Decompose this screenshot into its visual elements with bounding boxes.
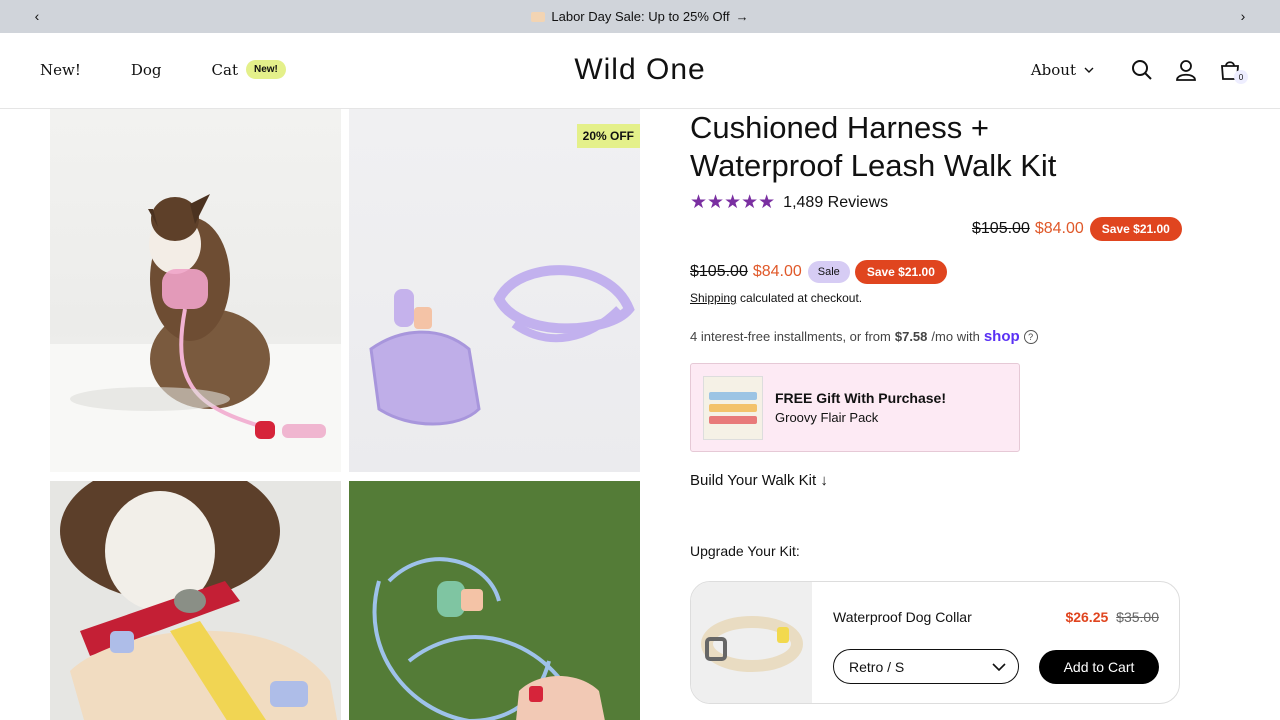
upgrade-heading: Upgrade Your Kit: bbox=[690, 543, 800, 559]
save-badge: Save $21.00 bbox=[1089, 217, 1182, 241]
chevron-down-icon bbox=[992, 662, 1006, 671]
about-menu[interactable]: About bbox=[1031, 61, 1094, 79]
installments-text: 4 interest-free installments, or from bbox=[690, 329, 891, 344]
gallery-image-dog-harness[interactable] bbox=[50, 109, 341, 472]
shipping-note-text: calculated at checkout. bbox=[736, 291, 863, 305]
build-kit-link[interactable]: Build Your Walk Kit ↓ bbox=[690, 472, 828, 489]
price-summary: $105.00 $84.00 Sale Save $21.00 bbox=[690, 260, 947, 284]
header-actions: About 0 bbox=[1031, 56, 1248, 84]
gift-subtitle: Groovy Flair Pack bbox=[775, 410, 879, 425]
grass-kit-illustration bbox=[349, 481, 640, 720]
announcement-text: Labor Day Sale: Up to 25% Off bbox=[551, 9, 730, 24]
user-icon bbox=[1176, 60, 1196, 81]
product-title-line-1: Cushioned Harness + bbox=[690, 110, 989, 145]
chevron-right-icon[interactable]: › bbox=[1234, 7, 1252, 25]
review-count: 1,489 Reviews bbox=[783, 193, 889, 211]
installment-amount: $7.58 bbox=[894, 329, 928, 344]
price-summary-top: $105.00 $84.00 Save $21.00 bbox=[972, 217, 1182, 241]
star-rating-icon: ★★★★★ bbox=[690, 192, 776, 213]
save-badge: Save $21.00 bbox=[854, 260, 947, 284]
shipping-note: Shipping calculated at checkout. bbox=[690, 291, 862, 305]
cart-count-badge: 0 bbox=[1234, 70, 1248, 84]
site-header: New! Dog Cat New! Wild One About 0 bbox=[0, 33, 1280, 109]
gallery-image-grass-kit[interactable] bbox=[349, 481, 640, 720]
chevron-left-icon[interactable]: ‹ bbox=[28, 7, 46, 25]
product-info: Cushioned Harness + Waterproof Leash Wal… bbox=[690, 109, 1250, 704]
installments-suffix: /mo with bbox=[931, 329, 980, 344]
product-rating[interactable]: ★★★★★ 1,489 Reviews bbox=[690, 191, 1250, 214]
compare-price: $105.00 bbox=[690, 263, 748, 280]
sale-badge: Sale bbox=[807, 261, 850, 283]
free-gift-banner[interactable]: FREE Gift With Purchase! Groovy Flair Pa… bbox=[690, 363, 1020, 452]
about-label: About bbox=[1030, 61, 1076, 79]
gift-title: FREE Gift With Purchase! bbox=[775, 390, 947, 406]
announcement-bar: ‹ Labor Day Sale: Up to 25% Off → › bbox=[0, 0, 1280, 33]
upsell-prices: $26.25 $35.00 bbox=[1065, 609, 1159, 625]
help-icon[interactable]: ? bbox=[1023, 329, 1038, 344]
chevron-down-icon bbox=[1084, 67, 1094, 73]
discount-badge: 20% OFF bbox=[576, 124, 640, 148]
logo-text: Wild One bbox=[574, 53, 706, 86]
arrow-right-icon: → bbox=[735, 9, 749, 24]
shipping-link[interactable]: Shipping bbox=[690, 291, 737, 305]
tag-icon bbox=[531, 11, 546, 22]
flair-pack-thumbnail bbox=[703, 375, 763, 440]
account-button[interactable] bbox=[1172, 56, 1200, 84]
compare-price: $105.00 bbox=[972, 220, 1030, 237]
upsell-compare-price: $35.00 bbox=[1116, 609, 1159, 625]
harness-closeup-illustration bbox=[50, 481, 341, 720]
sale-price: $84.00 bbox=[1034, 220, 1084, 237]
search-button[interactable] bbox=[1128, 56, 1156, 84]
variant-selected-value: Retro / S bbox=[849, 658, 905, 675]
announcement-message[interactable]: Labor Day Sale: Up to 25% Off → bbox=[531, 9, 749, 24]
installments-note: 4 interest-free installments, or from $7… bbox=[690, 328, 1038, 345]
lavender-kit-illustration bbox=[369, 265, 635, 426]
product-title-line-2: Waterproof Leash Walk Kit bbox=[690, 148, 1057, 183]
search-icon bbox=[1132, 60, 1152, 80]
upsell-card: Waterproof Dog Collar $26.25 $35.00 Retr… bbox=[690, 581, 1180, 704]
gallery-image-harness-closeup[interactable] bbox=[50, 481, 341, 720]
product-title: Cushioned Harness + Waterproof Leash Wal… bbox=[690, 109, 1250, 185]
shop-pay-logo: shop bbox=[983, 328, 1020, 345]
add-to-cart-button[interactable]: Add to Cart bbox=[1039, 650, 1159, 684]
sale-price: $84.00 bbox=[752, 263, 802, 280]
upsell-product-name[interactable]: Waterproof Dog Collar bbox=[833, 609, 972, 625]
collar-illustration bbox=[700, 615, 803, 672]
gallery-image-lavender-kit[interactable]: 20% OFF bbox=[349, 109, 640, 472]
dog-photo-illustration bbox=[50, 194, 341, 472]
upsell-sale-price: $26.25 bbox=[1065, 609, 1109, 625]
cart-button[interactable]: 0 bbox=[1216, 56, 1248, 84]
variant-select[interactable]: Retro / S bbox=[833, 649, 1019, 684]
collar-image[interactable] bbox=[691, 582, 812, 703]
